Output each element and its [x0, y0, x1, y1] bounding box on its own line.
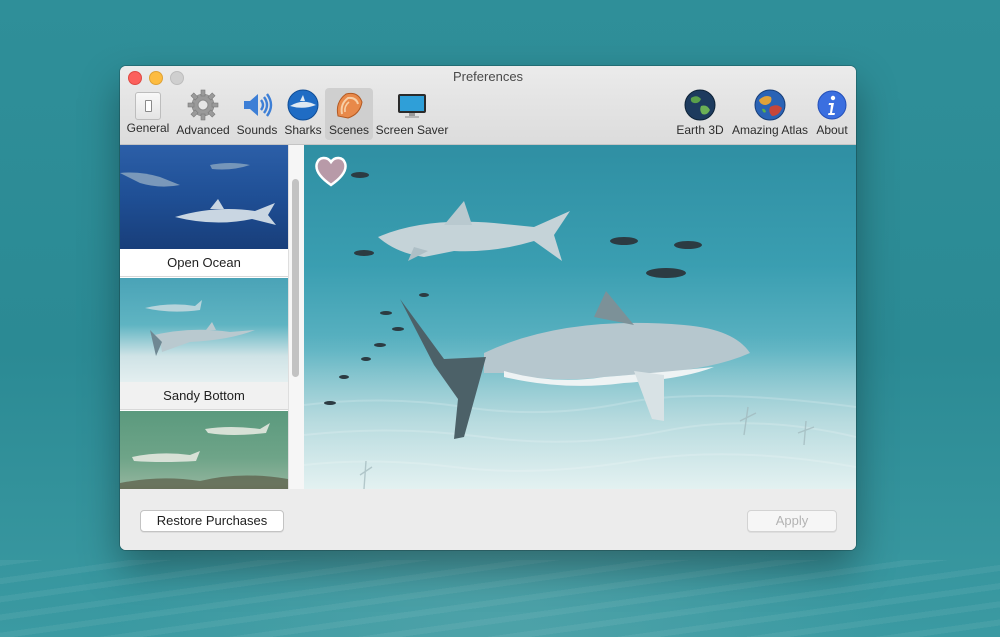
window-title: Preferences — [452, 69, 524, 84]
earth-globe-icon — [683, 88, 717, 122]
toolbar-general-label: General — [126, 121, 170, 135]
toolbar-earth-3d[interactable]: Earth 3D — [673, 88, 727, 140]
toolbar-amazing-atlas-label: Amazing Atlas — [731, 123, 809, 137]
toolbar-amazing-atlas[interactable]: Amazing Atlas — [730, 88, 810, 140]
toolbar-sounds-label: Sounds — [236, 123, 278, 137]
atlas-globe-icon — [753, 88, 787, 122]
toolbar-advanced-label: Advanced — [176, 123, 230, 137]
scene-label: Sandy Bottom — [120, 382, 288, 410]
scene-thumbnail — [120, 278, 288, 382]
scene-item-reef[interactable] — [120, 411, 288, 489]
scene-item-sandy-bottom[interactable]: Sandy Bottom — [120, 278, 288, 411]
shark-icon — [286, 88, 320, 122]
toolbar-about[interactable]: About — [812, 88, 852, 140]
toolbar-sounds[interactable]: Sounds — [235, 88, 279, 140]
scene-thumbnail — [120, 145, 288, 249]
toolbar-advanced[interactable]: Advanced — [175, 88, 231, 140]
scene-preview — [304, 145, 856, 489]
toolbar-general[interactable]: General — [126, 88, 170, 140]
scene-item-open-ocean[interactable]: Open Ocean — [120, 145, 288, 278]
favorite-heart-icon[interactable] — [314, 154, 348, 188]
toolbar-screen-saver[interactable]: Screen Saver — [375, 88, 449, 140]
toolbar-about-label: About — [816, 123, 848, 137]
desktop-background — [0, 560, 1000, 637]
toolbar-scenes[interactable]: Scenes — [325, 88, 373, 140]
seashell-icon — [332, 88, 366, 122]
monitor-icon — [395, 88, 429, 122]
footer-bar: Restore Purchases Apply — [120, 489, 856, 550]
title-bar: Preferences General Advanced Sounds Shar… — [120, 66, 856, 145]
content-area: Open Ocean Sandy Bottom — [120, 145, 856, 489]
speaker-icon — [240, 88, 274, 122]
scene-thumbnail — [120, 411, 288, 489]
preferences-window: Preferences General Advanced Sounds Shar… — [120, 66, 856, 550]
toolbar-screen-saver-label: Screen Saver — [375, 123, 449, 137]
toolbar-scenes-label: Scenes — [328, 123, 370, 137]
toolbar-sharks-label: Sharks — [284, 123, 322, 137]
apply-button[interactable]: Apply — [747, 510, 837, 532]
switch-icon — [135, 92, 161, 120]
restore-purchases-button[interactable]: Restore Purchases — [140, 510, 284, 532]
toolbar-earth-3d-label: Earth 3D — [676, 123, 724, 137]
scene-list-scroll-thumb[interactable] — [292, 179, 299, 377]
toolbar-sharks[interactable]: Sharks — [282, 88, 324, 140]
info-icon — [815, 88, 849, 122]
gear-icon — [186, 88, 220, 122]
scene-label: Open Ocean — [120, 249, 288, 277]
scene-list: Open Ocean Sandy Bottom — [120, 145, 288, 489]
